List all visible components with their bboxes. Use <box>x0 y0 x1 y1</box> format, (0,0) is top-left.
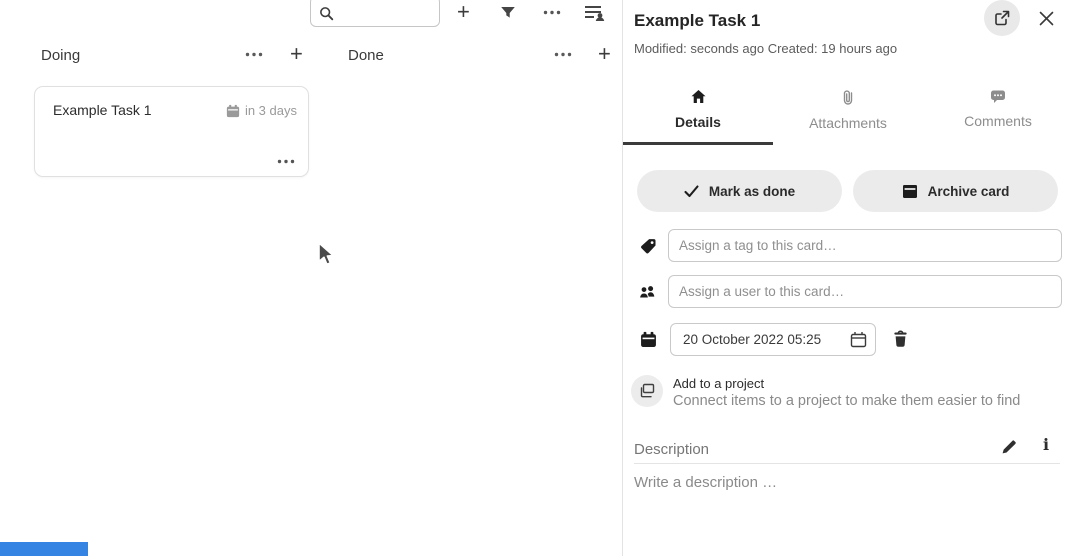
app-window: + Doing + Done + Example Task 1 in 3 day… <box>0 0 1073 556</box>
description-divider <box>634 463 1060 464</box>
tab-details-label: Details <box>675 114 721 130</box>
card-title: Example Task 1 <box>53 102 152 118</box>
calendar-icon <box>226 104 240 118</box>
column-done-add-button[interactable]: + <box>598 43 611 65</box>
comment-icon <box>990 89 1006 104</box>
panel-tabs: Details Attachments Comments <box>623 84 1073 142</box>
edit-description-icon[interactable] <box>1001 438 1018 460</box>
card-due-label: in 3 days <box>245 103 297 118</box>
column-doing-add-button[interactable]: + <box>290 43 303 65</box>
archive-card-button[interactable]: Archive card <box>853 170 1058 212</box>
column-doing-more-icon[interactable] <box>245 52 263 57</box>
home-icon <box>690 89 707 105</box>
tab-comments-label: Comments <box>964 113 1032 129</box>
mark-as-done-button[interactable]: Mark as done <box>637 170 842 212</box>
panel-meta: Modified: seconds ago Created: 19 hours … <box>634 41 897 56</box>
mark-as-done-label: Mark as done <box>709 184 795 199</box>
delete-date-icon[interactable] <box>892 330 909 353</box>
project-icon <box>639 383 655 399</box>
tab-comments[interactable]: Comments <box>923 84 1073 142</box>
export-icon <box>994 10 1010 26</box>
description-placeholder[interactable]: Write a description … <box>634 474 777 491</box>
search-icon <box>319 6 334 21</box>
archive-card-label: Archive card <box>928 184 1010 199</box>
archive-icon <box>902 184 918 199</box>
search-input-wrap[interactable] <box>310 0 440 27</box>
board-more-icon[interactable] <box>543 10 561 15</box>
tag-icon <box>640 238 657 260</box>
users-icon <box>638 284 657 305</box>
column-title-doing: Doing <box>41 47 80 64</box>
add-to-project-button[interactable] <box>631 375 663 407</box>
assign-user-input[interactable] <box>668 275 1062 308</box>
assignee-view-icon[interactable] <box>585 5 605 22</box>
due-date-value: 20 October 2022 05:25 <box>683 332 850 347</box>
search-input[interactable] <box>337 1 433 16</box>
column-title-done: Done <box>348 47 384 64</box>
panel-title: Example Task 1 <box>634 11 760 31</box>
assign-tag-input[interactable] <box>668 229 1062 262</box>
open-in-window-button[interactable] <box>984 0 1020 36</box>
filter-icon[interactable] <box>500 6 516 21</box>
check-icon <box>684 185 699 198</box>
card-due: in 3 days <box>226 103 297 118</box>
add-to-project-subtitle: Connect items to a project to make them … <box>673 393 1020 409</box>
tab-attachments[interactable]: Attachments <box>773 84 923 142</box>
info-icon[interactable]: i <box>1043 437 1049 453</box>
add-card-button[interactable]: + <box>457 1 470 23</box>
description-label: Description <box>634 441 709 458</box>
tab-attachments-label: Attachments <box>809 115 887 131</box>
progress-bar <box>0 542 88 556</box>
due-date-field[interactable]: 20 October 2022 05:25 <box>670 323 876 356</box>
paperclip-icon <box>841 89 855 106</box>
task-card[interactable]: Example Task 1 in 3 days <box>34 86 309 177</box>
card-more-icon[interactable] <box>277 159 295 164</box>
date-picker-icon[interactable] <box>850 331 867 348</box>
column-done-more-icon[interactable] <box>554 52 572 57</box>
add-to-project-title[interactable]: Add to a project <box>673 376 764 391</box>
tab-details[interactable]: Details <box>623 84 773 142</box>
calendar-icon <box>640 331 657 353</box>
mouse-cursor <box>316 242 336 273</box>
close-icon[interactable] <box>1036 8 1056 28</box>
